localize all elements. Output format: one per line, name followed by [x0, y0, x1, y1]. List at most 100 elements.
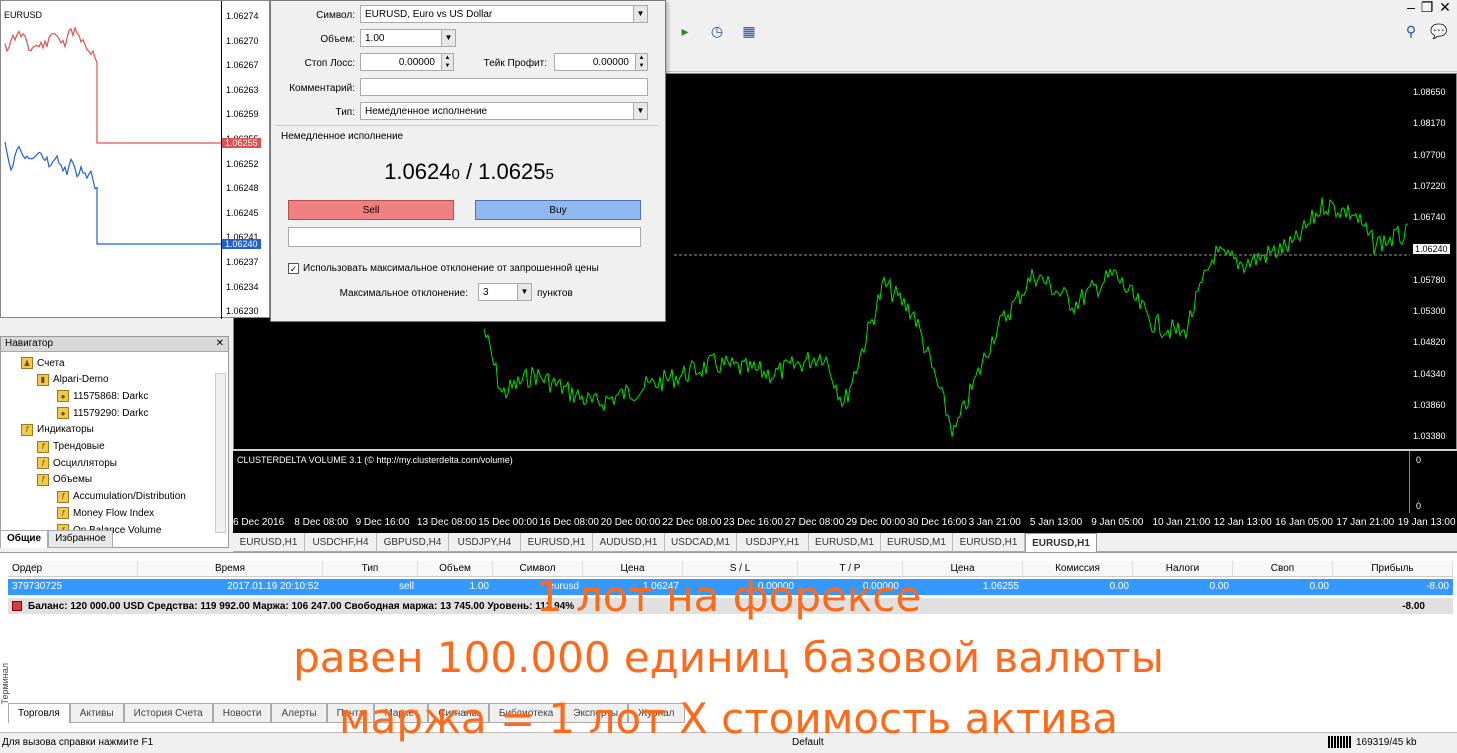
price-tick-label: 1.05780 — [1413, 274, 1446, 285]
spinner-icon[interactable]: ▲ ▼ — [635, 54, 647, 70]
tab-general[interactable]: Общие — [0, 530, 49, 548]
type-label: Тип: — [335, 107, 355, 118]
navigator-item[interactable]: f Индикаторы — [21, 423, 94, 436]
navigator-item[interactable]: f Money Flow Index — [57, 507, 155, 520]
toolbar-buttons: ▸ ◷ ▦ — [676, 22, 758, 40]
navigator-item[interactable]: ● 11579290: Darkc — [57, 407, 148, 420]
chart-tab[interactable]: EURUSD,H1 — [953, 533, 1025, 552]
restore-icon[interactable]: ❐ — [1418, 0, 1436, 16]
stop-loss-input[interactable]: 0.00000 ▲ ▼ — [360, 53, 454, 71]
symbol-select[interactable]: EURUSD, Euro vs US Dollar ▼ — [360, 5, 648, 23]
toolbar: ▸ ◷ ▦ – ❐ ✕ ⚲ 💬 — [666, 0, 1457, 72]
order-type-select[interactable]: Немедленное исполнение ▼ — [360, 102, 648, 120]
volume-select[interactable]: 1.00 ▼ — [360, 29, 456, 47]
tick-series-line — [4, 141, 221, 245]
bid-price: 1.0624 — [384, 159, 452, 184]
chart-tab[interactable]: EURUSD,H1 — [233, 533, 305, 552]
bid-price-marker: 1.06240 — [222, 239, 261, 249]
clock-icon[interactable]: ◷ — [708, 22, 726, 40]
price-tick-label: 1.03860 — [1413, 400, 1446, 410]
max-deviation-checkbox-row[interactable]: ✓ Использовать максимальное отклонение о… — [288, 263, 599, 274]
navigator-item[interactable]: f Трендовые — [37, 440, 105, 453]
search-icon[interactable]: ⚲ — [1402, 22, 1420, 40]
quote-display: 1.06240 / 1.06255 — [271, 159, 667, 185]
date-axis: 6 Dec 2016 8 Dec 08:00 9 Dec 16:00 13 Dec 0… — [233, 513, 1457, 533]
chevron-down-icon[interactable]: ▼ — [441, 30, 455, 46]
tick-price-label: 1.06234 — [226, 281, 259, 292]
indicator-icon: f — [57, 507, 69, 520]
volume-value: 1.00 — [365, 33, 385, 44]
tick-price-label: 1.06274 — [226, 11, 259, 21]
checkbox-checked-icon[interactable]: ✓ — [288, 263, 299, 274]
close-icon[interactable]: ✕ — [1436, 0, 1454, 16]
navigator-item-label: Осцилляторы — [53, 457, 117, 469]
tick-price-label: 1.06270 — [226, 35, 259, 46]
tick-price-label: 1.06263 — [226, 84, 259, 95]
chart-tab[interactable]: USDJPY,H1 — [737, 533, 809, 552]
order-dialog: Символ: EURUSD, Euro vs US Dollar ▼ Объе… — [270, 0, 666, 322]
max-deviation-checkbox-label: Использовать максимальное отклонение от … — [303, 263, 599, 274]
chevron-down-icon[interactable]: ▼ — [633, 103, 647, 119]
max-deviation-select[interactable]: 3 ▼ — [478, 283, 532, 301]
navigator-item-label: Money Flow Index — [73, 507, 155, 519]
buy-button[interactable]: Buy — [475, 200, 641, 220]
navigator-item[interactable]: ● 11575868: Darkc — [57, 390, 149, 403]
indicator-icon: f — [57, 490, 69, 503]
quote-separator: / — [459, 159, 479, 184]
ask-price-marker: 1.06255 — [222, 138, 261, 148]
navigator-scrollbar[interactable] — [215, 373, 226, 533]
navigator-item-label: Accumulation/Distribution — [73, 491, 186, 503]
chat-icon[interactable]: 💬 — [1430, 22, 1448, 40]
date-tick-label: 22 Dec 08:00 — [662, 517, 722, 528]
chart-tab[interactable]: USDCHF,H4 — [305, 533, 377, 552]
chart-tab[interactable]: EURUSD,H1 — [521, 533, 593, 552]
tick-chart: EURUSD 1.06274 1.06270 1.06267 1.06263 1.062… — [0, 0, 271, 319]
navigator-title-bar: Навигатор ✕ — [1, 337, 228, 352]
date-tick-label: 9 Dec 16:00 — [355, 517, 410, 528]
chart-template-icon[interactable]: ▦ — [740, 22, 758, 40]
close-icon[interactable]: ✕ — [216, 338, 224, 350]
sell-button[interactable]: Sell — [288, 200, 454, 220]
order-type-value: Немедленное исполнение — [365, 106, 488, 117]
tick-price-label: 1.06252 — [226, 158, 259, 169]
navigator-item[interactable]: f Accumulation/Distribution — [57, 490, 186, 503]
comment-input[interactable] — [360, 78, 648, 96]
tab-favorites[interactable]: Избранное — [48, 530, 113, 548]
navigator-item[interactable]: f Осцилляторы — [37, 457, 117, 470]
date-tick-label: 8 Dec 08:00 — [294, 517, 349, 528]
chart-tab[interactable]: USDJPY,H4 — [449, 533, 521, 552]
tick-price-label: 1.06259 — [226, 109, 259, 120]
navigator-item[interactable]: f Объемы — [37, 473, 92, 486]
caption-line-1: 1 лот на форексе — [535, 572, 922, 621]
user-icon: ● — [57, 407, 69, 420]
price-axis: 1.08650 1.08170 1.07700 1.07220 1.06740 1.062… — [1409, 73, 1457, 513]
chart-tab[interactable]: EURUSD,H1 — [1025, 533, 1097, 552]
navigator-item-label: 11575868: Darkc — [73, 390, 149, 402]
arrow-icon[interactable]: ▸ — [676, 22, 694, 40]
navigator-item[interactable]: ▮ Alpari-Demo — [37, 373, 109, 386]
navigator-item[interactable]: ♟ Счета — [21, 357, 65, 369]
date-tick-label: 17 Jan 21:00 — [1336, 517, 1395, 528]
price-tick-label: 1.07700 — [1413, 149, 1446, 160]
chart-tab[interactable]: EURUSD,M1 — [881, 533, 953, 552]
navigator-panel: Навигатор ✕ ♟ Счета ▮ Alpari-Demo ● 11575868:… — [0, 336, 229, 548]
price-tick-label: 1.08650 — [1413, 87, 1446, 97]
chart-tab[interactable]: EURUSD,M1 — [809, 533, 881, 552]
accounts-icon: ♟ — [21, 357, 33, 369]
date-tick-label: 19 Jan 13:00 — [1397, 517, 1456, 528]
user-icon: ● — [57, 390, 69, 403]
take-profit-value: 0.00000 — [592, 57, 629, 68]
date-tick-label: 27 Dec 08:00 — [784, 517, 845, 528]
take-profit-input[interactable]: 0.00000 ▲ ▼ — [554, 53, 648, 71]
chart-tab[interactable]: USDCAD,M1 — [665, 533, 737, 552]
chevron-down-icon[interactable]: ▼ — [517, 284, 531, 300]
max-deviation-value: 3 — [483, 287, 489, 298]
chart-tab[interactable]: AUDUSD,H1 — [593, 533, 665, 552]
chevron-down-icon[interactable]: ▼ — [633, 6, 647, 22]
indicator-title: CLUSTERDELTA VOLUME 3.1 (© http://my.clu… — [237, 455, 513, 465]
tick-price-axis: 1.06274 1.06270 1.06267 1.06263 1.06259 1.062… — [221, 1, 271, 319]
date-tick-label: 30 Dec 16:00 — [907, 517, 967, 528]
symbol-label: Символ: — [316, 10, 355, 21]
chart-tab[interactable]: GBPUSD,H4 — [377, 533, 449, 552]
date-tick-label: 16 Jan 05:00 — [1275, 517, 1333, 528]
